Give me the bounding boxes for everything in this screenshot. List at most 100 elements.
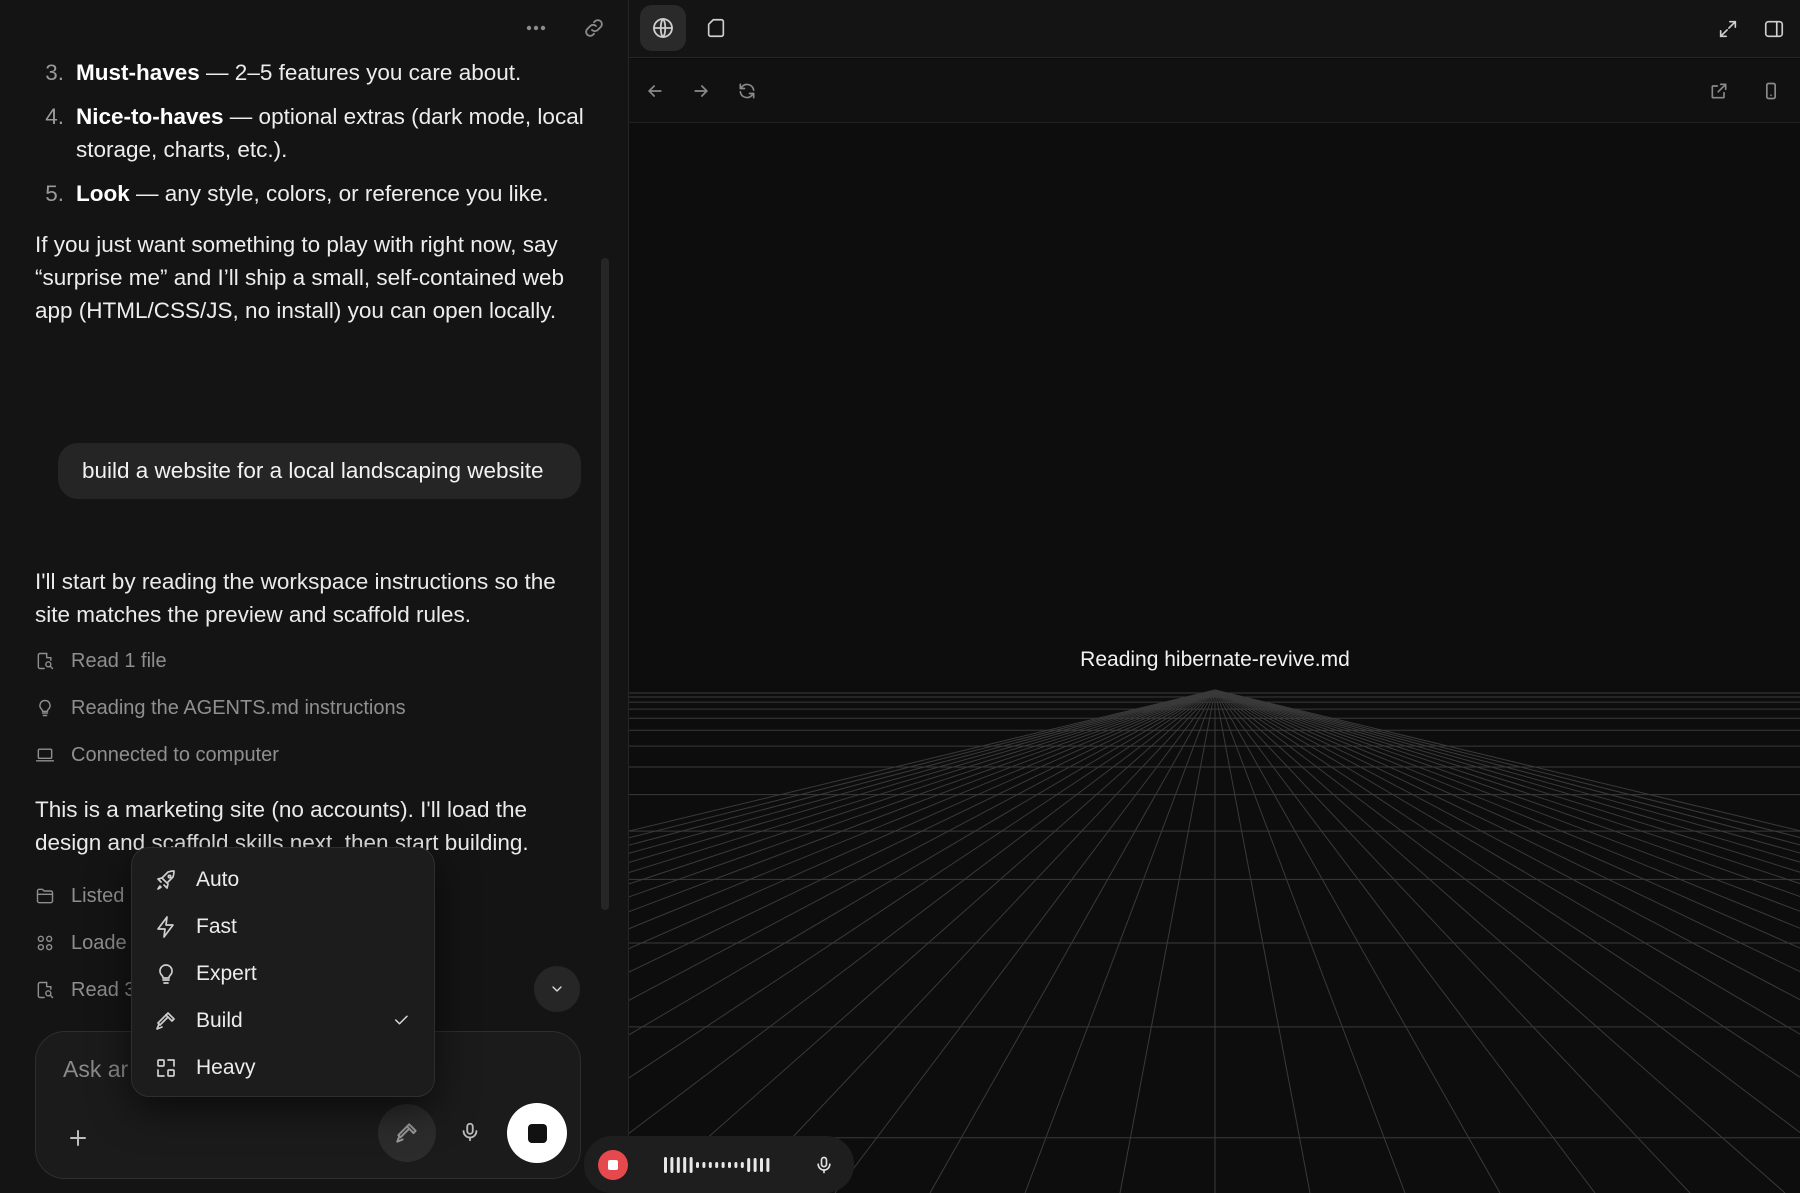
mode-label: Fast [196,914,237,938]
chat-input[interactable]: Ask ar [63,1056,128,1083]
grid-line [1214,689,1800,885]
grid-line [1214,689,1800,973]
step-label: Loade [71,931,127,954]
step-label: Read 1 file [71,649,167,672]
more-options-button[interactable] [518,10,554,46]
grid-line [1214,689,1800,929]
stop-icon [608,1160,618,1170]
toggle-panel-button[interactable] [1751,6,1797,52]
grid-line [1214,689,1596,1193]
external-link-icon [1711,83,1727,99]
recording-mic-button[interactable] [809,1150,839,1180]
tool-step[interactable]: Connected to computer [35,740,279,770]
mode-menu: Auto Fast Expert Build Heavy [131,847,435,1097]
attach-button[interactable] [60,1120,96,1156]
grid-line [739,689,1216,1193]
waveform-bar [760,1158,763,1172]
grid-line [629,689,1216,913]
assistant-message: If you just want something to play with … [35,232,564,323]
grid-line [629,689,1216,863]
grid-line [629,689,1216,1036]
preview-panel: Reading hibernate-revive.md [628,0,1800,1193]
voice-input-button[interactable] [452,1114,488,1150]
chevron-down-icon [552,986,562,992]
grid-line [1119,689,1216,1193]
laptop-icon [35,748,55,762]
user-message: build a website for a local landscaping … [58,443,581,499]
arrow-left-icon [648,85,662,97]
open-external-button[interactable] [1701,73,1737,109]
grid-line [629,689,1216,885]
waveform-bar [721,1162,725,1168]
grid-line [1214,689,1800,1134]
preview-stage: Reading hibernate-revive.md [629,124,1800,1193]
requirements-list: 3. Must-haves — 2–5 features you care ab… [35,56,585,210]
list-item: 4. Nice-to-haves — optional extras (dark… [35,100,585,166]
waveform-bar [740,1162,744,1168]
list-item-desc: — 2–5 features you care about. [199,60,522,85]
step-label: Reading the AGENTS.md instructions [71,696,406,719]
mode-option-fast[interactable]: Fast [132,903,434,950]
tool-step[interactable]: Loade [35,928,127,958]
phone-icon [1766,82,1776,100]
list-item-desc: — any style, colors, or reference you li… [129,181,549,206]
grid-line [1214,689,1311,1193]
mobile-view-button[interactable] [1753,73,1789,109]
tab-file[interactable] [693,5,739,51]
link-icon [585,19,603,37]
tool-step[interactable]: Listed [35,881,124,911]
stop-generation-button[interactable] [507,1103,567,1163]
expand-button[interactable] [1705,6,1751,52]
arrow-right-icon [694,85,708,97]
tab-web-preview[interactable] [640,5,686,51]
waveform-bar [734,1162,738,1168]
loading-status: Reading hibernate-revive.md [1080,648,1350,671]
file-search-icon [37,652,54,670]
grid-line [1214,689,1800,1001]
mode-label: Build [196,1008,243,1032]
list-item: 5. Look — any style, colors, or referenc… [35,177,585,210]
back-button[interactable] [637,73,673,109]
transcript: 3. Must-haves — 2–5 features you care ab… [35,56,585,327]
list-item-title: Nice-to-haves [76,104,224,129]
mode-option-auto[interactable]: Auto [132,856,434,903]
waveform-bar [683,1157,687,1173]
grid-line [1214,689,1800,898]
grid-line [629,689,1216,950]
mode-option-build[interactable]: Build [132,997,434,1044]
mode-option-expert[interactable]: Expert [132,950,434,997]
tool-step[interactable]: Read 1 file [35,646,167,676]
scroll-to-bottom-button[interactable] [534,966,580,1012]
step-label: Connected to computer [71,743,279,766]
hammer-icon [156,1011,175,1030]
refresh-icon [739,83,755,99]
grid-line [629,689,1216,973]
check-icon [395,1015,408,1025]
grid-line [1214,689,1800,832]
scrollbar[interactable] [601,258,609,910]
reload-button[interactable] [729,73,765,109]
list-number: 5. [45,181,64,206]
grid-line [629,689,1216,832]
mode-label: Heavy [196,1055,256,1079]
mode-option-heavy[interactable]: Heavy [132,1044,434,1091]
list-item-title: Must-haves [76,60,200,85]
grid-line [1214,689,1691,1193]
stop-recording-button[interactable] [598,1150,628,1180]
waveform-bar [670,1157,674,1173]
forward-button[interactable] [683,73,719,109]
preview-tab-bar [629,0,1800,58]
hammer-icon [396,1123,417,1143]
grid-line [1024,689,1216,1193]
tool-step[interactable]: Reading the AGENTS.md instructions [35,693,406,723]
waveform-bar [753,1158,757,1172]
grid-line [629,689,1216,839]
waveform-bar [747,1158,751,1172]
tool-step[interactable]: Read 3 [35,975,136,1005]
step-label: Read 3 [71,978,136,1001]
selected-check [392,1011,410,1035]
copy-link-button[interactable] [576,10,612,46]
grid-line [1214,689,1800,854]
mode-selector-button[interactable] [378,1104,436,1162]
grid-line [629,689,1216,1134]
